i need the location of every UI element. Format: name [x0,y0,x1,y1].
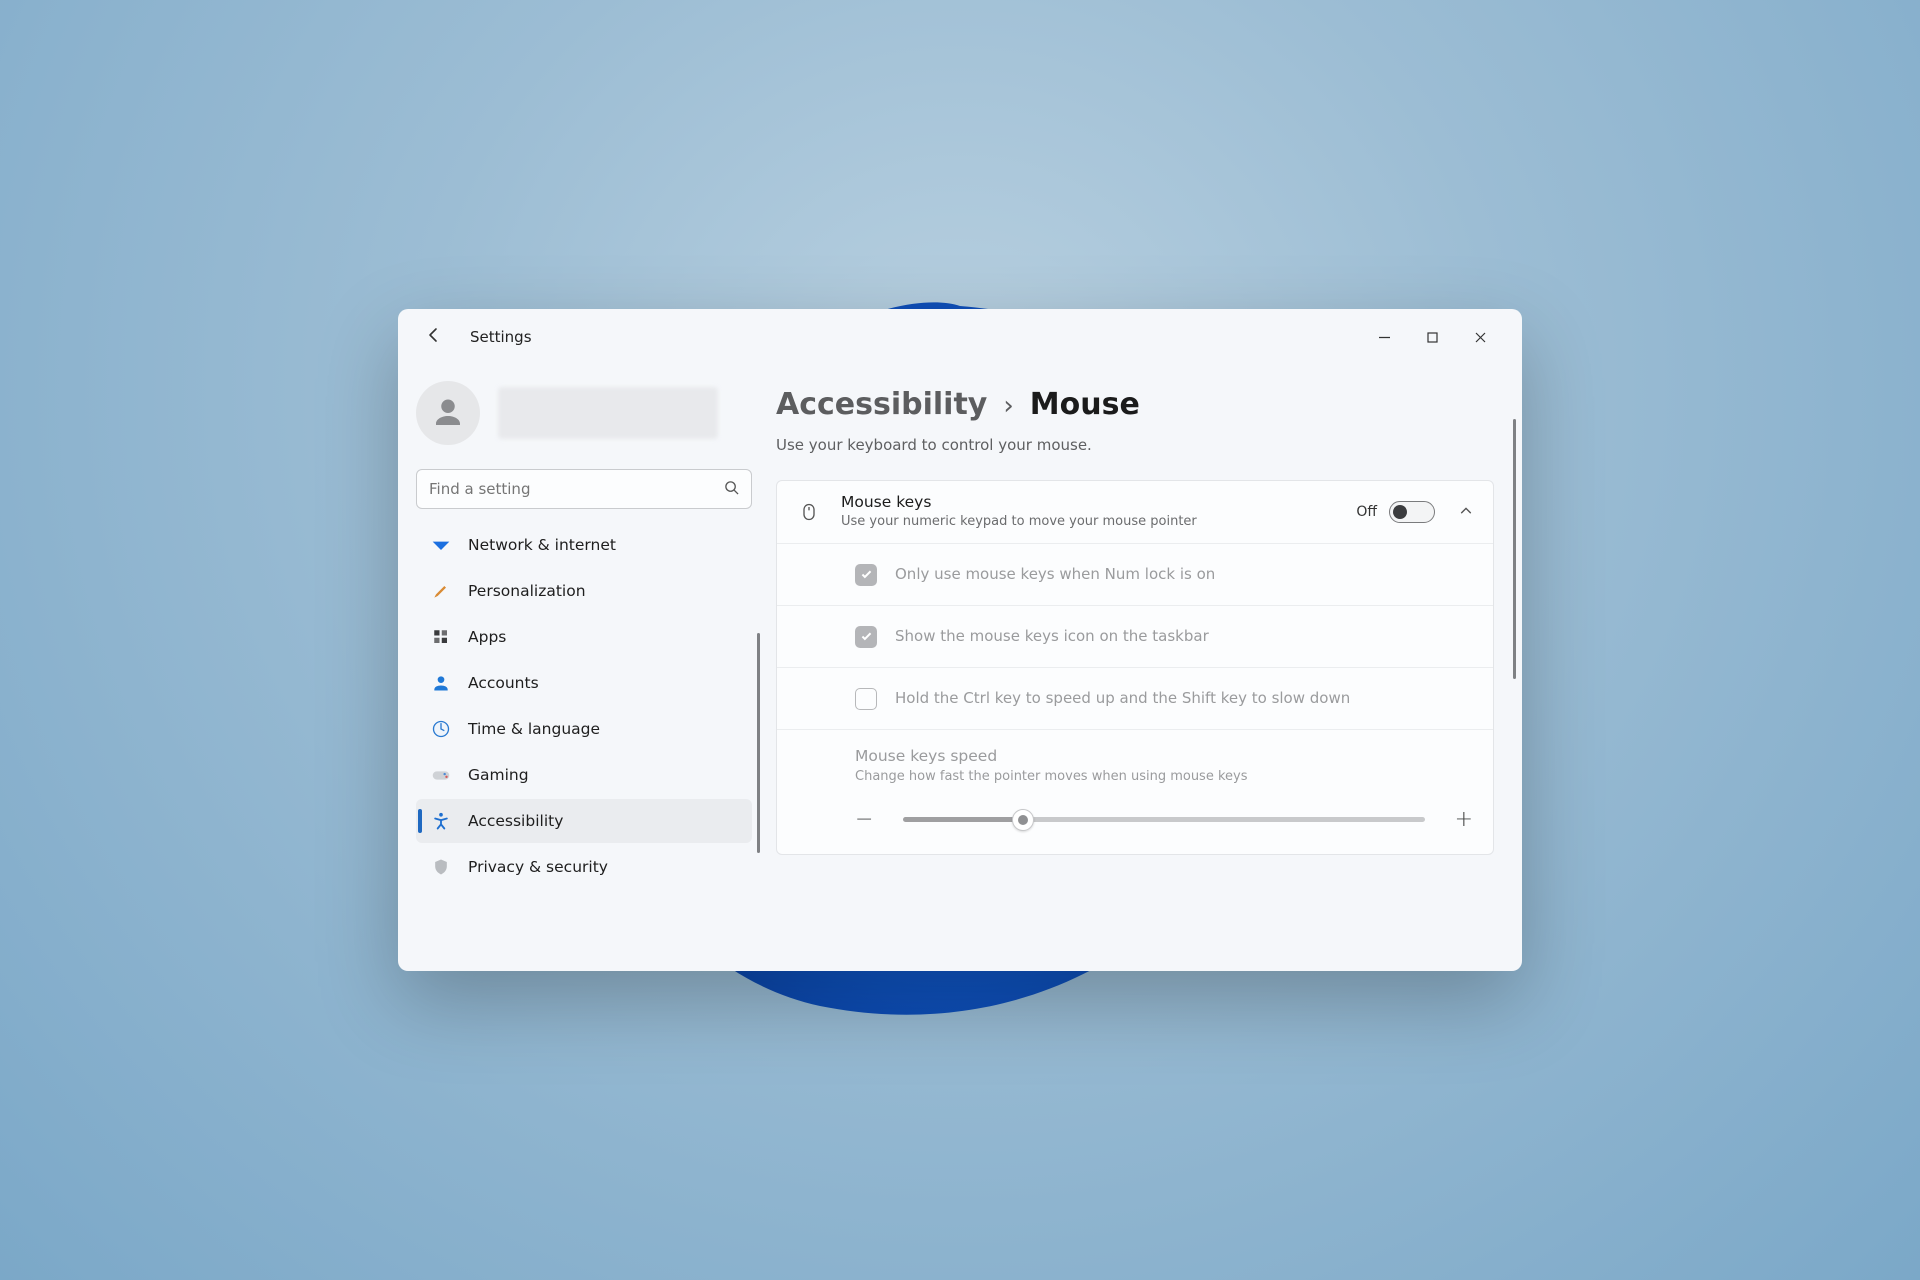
selection-indicator [418,809,422,833]
maximize-button[interactable] [1408,317,1456,357]
option-numlock-row[interactable]: Only use mouse keys when Num lock is on [777,543,1493,605]
checkbox-numlock[interactable] [855,564,877,586]
breadcrumb-separator: › [1003,391,1013,421]
mouse-keys-title: Mouse keys [841,493,1356,511]
accessibility-icon [430,810,452,832]
sidebar-item-apps[interactable]: Apps [416,615,752,659]
settings-window: Settings N [398,309,1522,971]
sidebar-scrollbar[interactable] [757,633,760,853]
person-icon [430,672,452,694]
nav-list: Network & internet Personalization Apps … [416,523,752,889]
minus-icon[interactable]: − [855,807,873,832]
plus-icon[interactable]: + [1455,807,1473,832]
option-taskbar-row[interactable]: Show the mouse keys icon on the taskbar [777,605,1493,667]
sidebar-item-gaming[interactable]: Gaming [416,753,752,797]
option-ctrlshift-label: Hold the Ctrl key to speed up and the Sh… [895,674,1362,723]
sidebar-item-privacy[interactable]: Privacy & security [416,845,752,889]
avatar [416,381,480,445]
slider-thumb[interactable] [1012,809,1034,831]
breadcrumb-current: Mouse [1030,387,1140,422]
speed-header-row: Mouse keys speed Change how fast the poi… [777,729,1493,791]
sidebar-item-personalization[interactable]: Personalization [416,569,752,613]
option-ctrlshift-row[interactable]: Hold the Ctrl key to speed up and the Sh… [777,667,1493,729]
breadcrumb-parent[interactable]: Accessibility [776,387,987,422]
paintbrush-icon [430,580,452,602]
apps-icon [430,626,452,648]
back-button[interactable] [416,321,452,354]
network-icon [430,534,452,556]
sidebar-item-label: Time & language [468,720,600,738]
sidebar-item-label: Accessibility [468,812,563,830]
sidebar: Network & internet Personalization Apps … [398,365,770,971]
breadcrumb: Accessibility › Mouse [776,387,1494,422]
option-taskbar-label: Show the mouse keys icon on the taskbar [895,612,1221,661]
app-title: Settings [470,328,532,346]
minimize-button[interactable] [1360,317,1408,357]
mouse-keys-row[interactable]: Mouse keys Use your numeric keypad to mo… [777,481,1493,543]
close-button[interactable] [1456,317,1504,357]
search-input[interactable] [429,480,724,498]
page-subtitle: Use your keyboard to control your mouse. [776,436,1494,454]
search-box[interactable] [416,469,752,509]
sidebar-item-accessibility[interactable]: Accessibility [416,799,752,843]
speed-title: Mouse keys speed [855,747,997,765]
toggle-state-label: Off [1356,504,1377,520]
speed-desc: Change how fast the pointer moves when u… [855,769,1248,784]
gamepad-icon [430,764,452,786]
mouse-keys-desc: Use your numeric keypad to move your mou… [841,513,1356,531]
main-scrollbar[interactable] [1513,419,1516,679]
sidebar-item-label: Apps [468,628,506,646]
sidebar-item-time-language[interactable]: Time & language [416,707,752,751]
chevron-up-icon[interactable] [1459,503,1473,522]
checkbox-ctrlshift[interactable] [855,688,877,710]
clock-globe-icon [430,718,452,740]
mouse-icon [797,499,821,525]
sidebar-item-label: Network & internet [468,536,616,554]
sidebar-item-label: Gaming [468,766,529,784]
sidebar-item-label: Personalization [468,582,586,600]
account-name-redacted [498,387,718,439]
sidebar-item-network[interactable]: Network & internet [416,523,752,567]
speed-slider-row: − + [777,791,1493,854]
speed-slider[interactable] [903,817,1424,822]
sidebar-item-label: Accounts [468,674,539,692]
sidebar-item-label: Privacy & security [468,858,608,876]
checkbox-taskbar[interactable] [855,626,877,648]
account-block[interactable] [416,381,752,445]
sidebar-item-accounts[interactable]: Accounts [416,661,752,705]
search-icon [724,480,739,499]
option-numlock-label: Only use mouse keys when Num lock is on [895,550,1227,599]
mouse-keys-card: Mouse keys Use your numeric keypad to mo… [776,480,1494,855]
shield-icon [430,856,452,878]
main-content: Accessibility › Mouse Use your keyboard … [770,365,1522,971]
mouse-keys-toggle[interactable] [1389,501,1435,523]
titlebar: Settings [398,309,1522,365]
